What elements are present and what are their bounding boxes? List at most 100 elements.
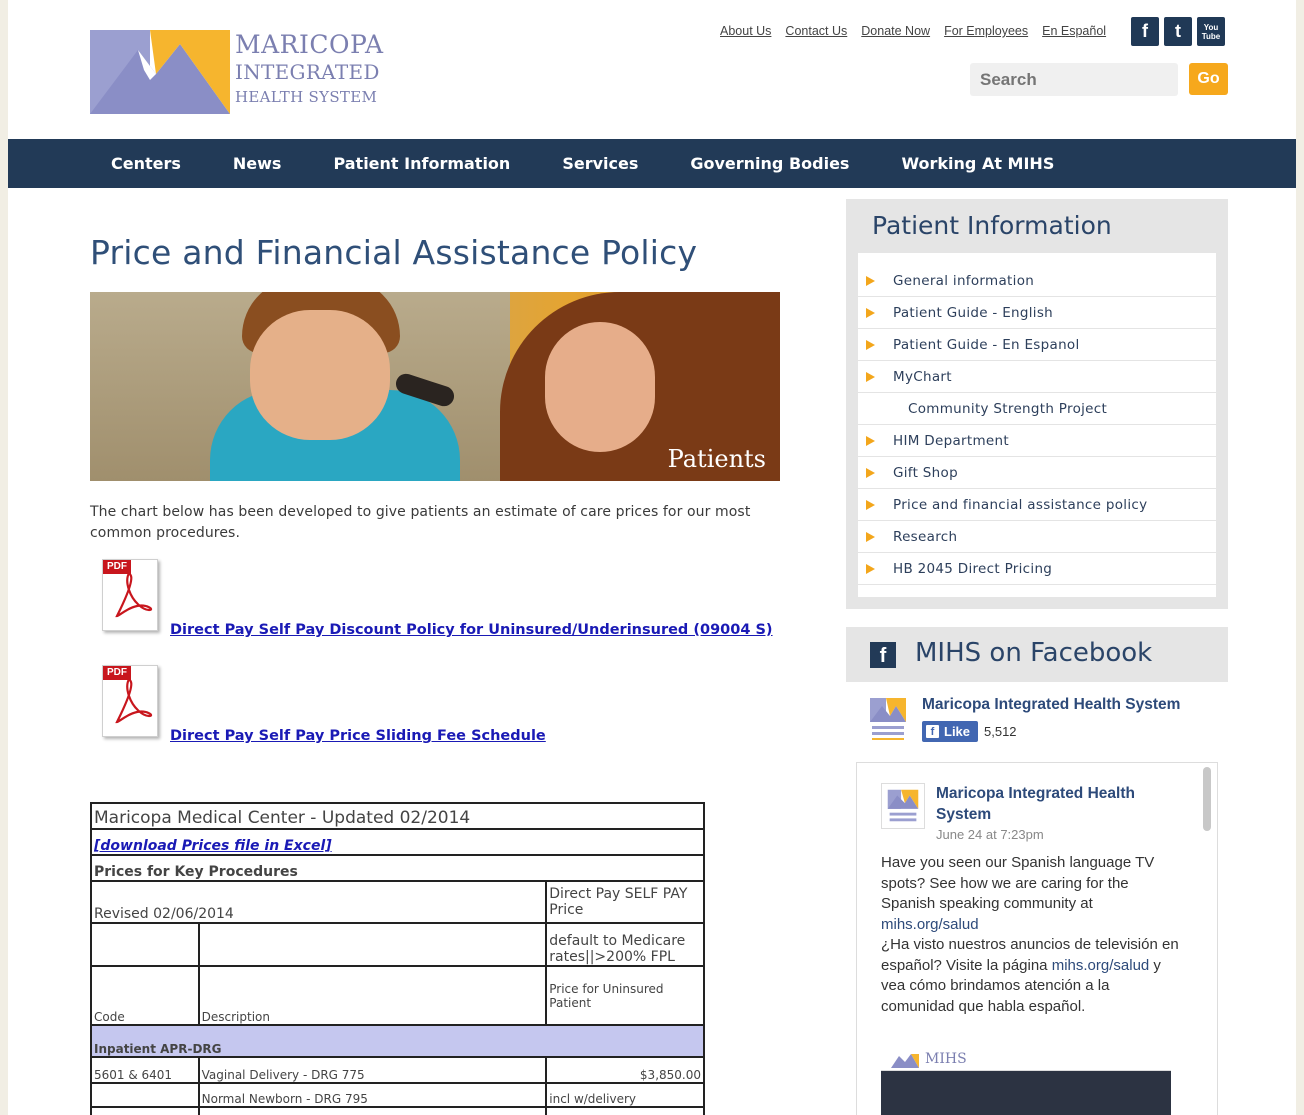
description-column-header: Description bbox=[197, 965, 548, 1026]
top-links: About Us Contact Us Donate Now For Emplo… bbox=[720, 24, 1106, 38]
post-link[interactable]: mihs.org/salud bbox=[1052, 957, 1150, 974]
table-revised-row: Revised 02/06/2014 Direct Pay SELF PAY P… bbox=[89, 880, 705, 924]
sidebar-item-community-strength-project[interactable]: Community Strength Project bbox=[858, 393, 1216, 425]
like-count: 5,512 bbox=[984, 724, 1017, 739]
row-code bbox=[90, 1106, 200, 1115]
sidebar-item-price-policy[interactable]: Price and financial assistance policy bbox=[858, 489, 1216, 521]
sidebar-item-hb-2045[interactable]: HB 2045 Direct Pricing bbox=[858, 553, 1216, 585]
arrow-right-icon bbox=[866, 371, 875, 382]
pdf-document-shape: PDF bbox=[102, 665, 158, 737]
youtube-icon-line-2: Tube bbox=[1201, 31, 1221, 41]
main-nav: Centers News Patient Information Service… bbox=[8, 139, 1296, 188]
contact-us-link[interactable]: Contact Us bbox=[785, 24, 847, 38]
logo-line-1: MARICOPA bbox=[235, 30, 384, 59]
row-code: 5601 & 6401 bbox=[90, 1056, 200, 1084]
go-button[interactable]: Go bbox=[1189, 63, 1228, 95]
key-procedures-label: Prices for Key Procedures bbox=[90, 854, 705, 882]
arrow-right-icon bbox=[866, 467, 875, 478]
feed-scrollbar[interactable] bbox=[1203, 767, 1211, 831]
patient-information-panel: Patient Information General information … bbox=[846, 199, 1228, 609]
facebook-page-plugin: Maricopa Integrated Health System f Like… bbox=[866, 694, 1206, 750]
youtube-icon[interactable]: You Tube bbox=[1197, 17, 1225, 46]
nav-centers[interactable]: Centers bbox=[111, 154, 181, 173]
intro-text: The chart below has been developed to gi… bbox=[90, 504, 751, 541]
discount-policy-link[interactable]: Direct Pay Self Pay Discount Policy for … bbox=[170, 622, 773, 638]
sidebar-item-label: Research bbox=[893, 528, 958, 545]
arrow-right-icon bbox=[866, 435, 875, 446]
row-description bbox=[197, 1106, 548, 1115]
row-price: $3,850.00 bbox=[545, 1056, 705, 1084]
facebook-like-button[interactable]: f Like bbox=[922, 721, 978, 742]
facebook-feed[interactable]: Maricopa Integrated Health System June 2… bbox=[856, 762, 1218, 1115]
row-code bbox=[90, 1082, 200, 1108]
table-key-row: Prices for Key Procedures bbox=[90, 854, 705, 882]
sidebar-item-label: Patient Guide - En Espanol bbox=[893, 336, 1080, 353]
table-row: Normal Newborn - DRG 795 incl w/delivery bbox=[90, 1082, 705, 1108]
facebook-icon[interactable]: f bbox=[1131, 17, 1159, 46]
nav-services[interactable]: Services bbox=[562, 154, 638, 173]
post-video-thumbnail[interactable]: MIHS bbox=[881, 1049, 1171, 1115]
pdf-badge: PDF bbox=[103, 560, 131, 574]
mihs-logo-icon[interactable] bbox=[881, 783, 925, 829]
like-label: Like bbox=[944, 724, 971, 739]
sidebar-item-mychart[interactable]: MyChart bbox=[858, 361, 1216, 393]
arrow-right-icon bbox=[866, 563, 875, 574]
for-employees-link[interactable]: For Employees bbox=[944, 24, 1028, 38]
row-description: Vaginal Delivery - DRG 775 bbox=[197, 1056, 548, 1084]
revised-date: Revised 02/06/2014 bbox=[89, 880, 548, 924]
sidebar-item-patient-guide-espanol[interactable]: Patient Guide - En Espanol bbox=[858, 329, 1216, 361]
en-espanol-link[interactable]: En Español bbox=[1042, 24, 1106, 38]
facebook-heading: f MIHS on Facebook bbox=[846, 627, 1228, 682]
nav-patient-information[interactable]: Patient Information bbox=[333, 154, 510, 173]
price-table: Maricopa Medical Center - Updated 02/201… bbox=[89, 802, 705, 1115]
post-link[interactable]: mihs.org/salud bbox=[881, 916, 979, 933]
empty-cell bbox=[90, 922, 200, 967]
about-us-link[interactable]: About Us bbox=[720, 24, 771, 38]
video-header: MIHS bbox=[881, 1049, 1171, 1071]
post-text-english: Have you seen our Spanish language TV sp… bbox=[881, 854, 1155, 912]
sidebar-list: General information Patient Guide - Engl… bbox=[858, 253, 1216, 597]
sidebar-item-label: General information bbox=[893, 272, 1035, 289]
table-row: 5601 & 6401 Vaginal Delivery - DRG 775 $… bbox=[90, 1056, 705, 1084]
nav-news[interactable]: News bbox=[233, 154, 282, 173]
sidebar-item-him-department[interactable]: HIM Department bbox=[858, 425, 1216, 457]
pdf-icon[interactable]: PDF bbox=[100, 663, 162, 741]
sidebar-item-patient-guide-english[interactable]: Patient Guide - English bbox=[858, 297, 1216, 329]
facebook-page-name[interactable]: Maricopa Integrated Health System bbox=[922, 696, 1180, 714]
price-column-header: Price for Uninsured Patient bbox=[545, 965, 705, 1026]
search-input[interactable] bbox=[970, 63, 1178, 96]
sidebar-item-general-information[interactable]: General information bbox=[858, 265, 1216, 297]
donate-now-link[interactable]: Donate Now bbox=[861, 24, 930, 38]
hero-image: Patients bbox=[90, 292, 780, 481]
sliding-fee-schedule-link[interactable]: Direct Pay Self Pay Price Sliding Fee Sc… bbox=[170, 728, 546, 744]
arrow-right-icon bbox=[866, 275, 875, 286]
direct-pay-header: Direct Pay SELF PAY Price bbox=[545, 880, 705, 924]
post-date[interactable]: June 24 at 7:23pm bbox=[936, 827, 1044, 842]
pdf-icon[interactable]: PDF bbox=[100, 557, 162, 635]
logo[interactable]: MARICOPA INTEGRATED HEALTH SYSTEM bbox=[90, 30, 390, 114]
sidebar-item-label: Gift Shop bbox=[893, 464, 958, 481]
mihs-logo-icon[interactable] bbox=[866, 694, 910, 746]
sidebar-item-research[interactable]: Research bbox=[858, 521, 1216, 553]
page-title: Price and Financial Assistance Policy bbox=[90, 233, 698, 272]
twitter-icon[interactable]: t bbox=[1164, 17, 1192, 46]
hero-caption: Patients bbox=[667, 445, 766, 473]
logo-text: MARICOPA INTEGRATED HEALTH SYSTEM bbox=[235, 30, 384, 105]
medicare-default-header: default to Medicare rates||>200% FPL bbox=[545, 922, 705, 967]
nav-governing-bodies[interactable]: Governing Bodies bbox=[690, 154, 849, 173]
sidebar-item-gift-shop[interactable]: Gift Shop bbox=[858, 457, 1216, 489]
logo-line-2: INTEGRATED bbox=[235, 60, 380, 84]
hero-figure-face bbox=[545, 322, 655, 452]
nav-working-at-mihs[interactable]: Working At MIHS bbox=[901, 154, 1054, 173]
logo-line-3: HEALTH SYSTEM bbox=[235, 88, 378, 106]
facebook-icon: f bbox=[926, 725, 939, 738]
arrow-right-icon bbox=[866, 339, 875, 350]
table-row bbox=[90, 1106, 705, 1115]
download-excel-link[interactable]: [download Prices file in Excel] bbox=[94, 838, 332, 854]
sidebar-item-label: MyChart bbox=[893, 368, 952, 385]
sidebar-item-label: Price and financial assistance policy bbox=[893, 496, 1148, 513]
empty-cell bbox=[197, 922, 548, 967]
post-author[interactable]: Maricopa Integrated Health System bbox=[936, 783, 1166, 825]
table-header-row: Code Description Price for Uninsured Pat… bbox=[90, 965, 705, 1026]
sidebar-title: Patient Information bbox=[872, 211, 1112, 240]
